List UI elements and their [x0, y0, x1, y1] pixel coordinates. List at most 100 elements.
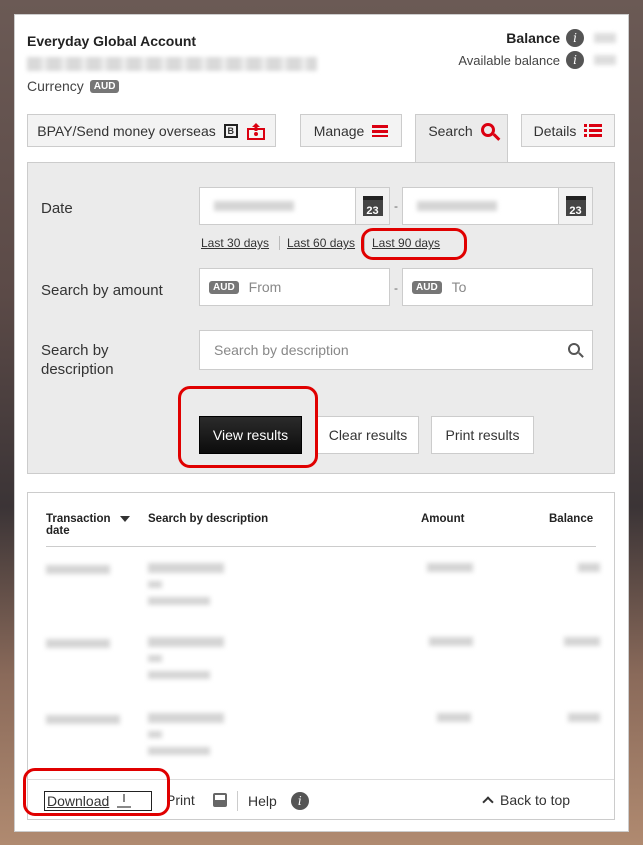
last-90-days-link[interactable]: Last 90 days [372, 236, 440, 250]
help-button[interactable]: Help i [248, 792, 309, 810]
description-search-input[interactable]: Search by description [199, 330, 593, 370]
date-range-separator: - [394, 199, 398, 213]
back-to-top-link[interactable]: Back to top [482, 792, 571, 808]
currency-badge: AUD [89, 80, 120, 93]
table-row[interactable] [28, 555, 614, 625]
search-icon[interactable] [568, 343, 580, 355]
column-header-date-label: Transaction date [46, 513, 111, 537]
help-label: Help [248, 793, 277, 809]
row-balance-redacted [564, 637, 600, 646]
footer-divider [237, 791, 238, 811]
view-results-button[interactable]: View results [199, 416, 302, 454]
row-description-redacted [148, 563, 224, 573]
clear-results-button[interactable]: Clear results [317, 416, 419, 454]
transactions-table: Transaction date Search by description A… [27, 492, 615, 820]
search-icon [480, 123, 495, 137]
back-to-top-label: Back to top [500, 792, 571, 808]
row-description-line3-redacted [148, 597, 210, 605]
link-divider [364, 236, 365, 250]
info-icon[interactable]: i [566, 29, 584, 47]
row-description-line3-redacted [148, 747, 210, 755]
column-header-description: Search by description [148, 513, 269, 525]
available-value-redacted [594, 55, 616, 65]
bpay-button[interactable]: BPAY/Send money overseas B [27, 114, 276, 147]
currency-label: Currency [27, 78, 84, 94]
column-header-amount: Amount [421, 513, 465, 525]
row-amount-redacted [437, 713, 471, 722]
tab-search[interactable]: Search [415, 114, 508, 163]
list-icon [584, 124, 603, 137]
row-date-redacted [46, 565, 110, 574]
sort-down-icon [120, 516, 130, 522]
row-date-redacted [46, 715, 120, 724]
balance-value-redacted [594, 33, 616, 43]
date-to-input[interactable]: 23 [402, 187, 593, 225]
date-label: Date [41, 200, 73, 217]
balance-row: Balance i [506, 29, 616, 47]
row-description-line2-redacted [148, 581, 162, 588]
last-60-days-link[interactable]: Last 60 days [287, 236, 355, 250]
row-balance-redacted [568, 713, 600, 722]
column-header-balance: Balance [549, 513, 594, 525]
available-balance-row: Available balance i [458, 51, 616, 69]
print-button[interactable]: Print [166, 792, 227, 808]
printer-icon [212, 793, 227, 807]
action-tabs: BPAY/Send money overseas B Manage Search… [27, 114, 617, 163]
amount-from-input[interactable]: AUD From [199, 268, 390, 306]
table-footer: Download Print Help i Back to top [28, 779, 614, 819]
row-amount-redacted [429, 637, 473, 646]
table-row[interactable] [28, 705, 614, 775]
download-label: Download [47, 793, 110, 809]
row-description-line3-redacted [148, 671, 210, 679]
table-row[interactable] [28, 629, 614, 699]
help-info-icon: i [290, 792, 309, 810]
tab-manage-label: Manage [313, 122, 365, 139]
row-description-redacted [148, 637, 224, 647]
print-results-button[interactable]: Print results [431, 416, 534, 454]
calendar-icon: 23 [362, 196, 383, 217]
account-title: Everyday Global Account [27, 33, 197, 49]
row-date-redacted [46, 639, 110, 648]
send-money-icon [246, 122, 265, 140]
calendar-button[interactable]: 23 [355, 188, 389, 224]
menu-icon [372, 124, 389, 137]
row-description-redacted [148, 713, 224, 723]
amount-to-placeholder: To [451, 279, 467, 295]
description-placeholder: Search by description [214, 342, 349, 358]
calendar-icon: 23 [565, 196, 586, 217]
amount-from-placeholder: From [248, 279, 282, 295]
amount-label: Search by amount [41, 282, 163, 299]
row-description-line2-redacted [148, 655, 162, 662]
last-30-days-link[interactable]: Last 30 days [201, 236, 269, 250]
info-icon[interactable]: i [566, 51, 584, 69]
available-balance-label: Available balance [458, 52, 560, 68]
calendar-button[interactable]: 23 [558, 188, 592, 224]
currency-row: Currency AUD [27, 78, 120, 94]
download-button[interactable]: Download [44, 791, 152, 811]
date-to-value-redacted [417, 201, 497, 211]
bpay-logo-icon: B [223, 123, 238, 138]
tab-search-label: Search [428, 123, 473, 139]
amount-to-input[interactable]: AUD To [402, 268, 593, 306]
row-description-line2-redacted [148, 731, 162, 738]
date-from-input[interactable]: 23 [199, 187, 390, 225]
tab-details-label: Details [533, 122, 577, 139]
amount-range-separator: - [394, 281, 398, 295]
search-panel: Date 23 - 23 Last 30 days Last 60 days L… [27, 162, 615, 474]
column-header-date[interactable]: Transaction date [46, 513, 136, 537]
currency-badge: AUD [412, 280, 442, 294]
download-icon [117, 794, 132, 808]
bpay-label: BPAY/Send money overseas [37, 122, 216, 139]
row-amount-redacted [427, 563, 473, 572]
account-card: Everyday Global Account Currency AUD Bala… [14, 14, 629, 832]
tab-manage[interactable]: Manage [300, 114, 402, 147]
currency-badge: AUD [209, 280, 239, 294]
balance-label: Balance [506, 30, 560, 46]
link-divider [279, 236, 280, 250]
row-balance-redacted [578, 563, 600, 572]
tab-details[interactable]: Details [521, 114, 615, 147]
account-number-redacted [27, 57, 317, 71]
header-divider [46, 546, 596, 547]
date-from-value-redacted [214, 201, 294, 211]
print-label: Print [166, 792, 195, 808]
